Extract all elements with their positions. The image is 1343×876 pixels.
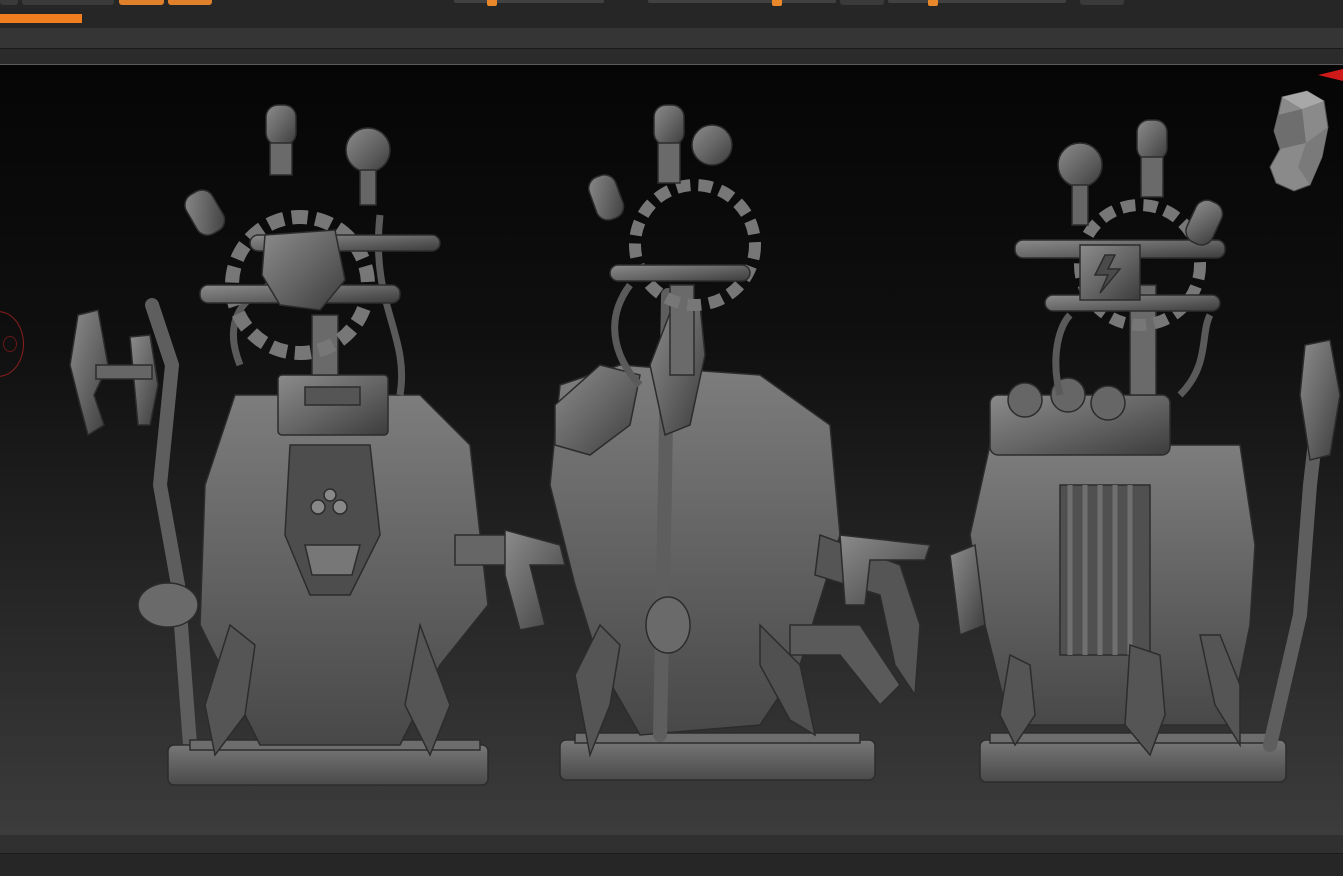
- slider-knob[interactable]: [928, 0, 938, 6]
- toolbar-orange-button[interactable]: [168, 0, 212, 5]
- bottom-bar: [0, 835, 1343, 853]
- progress-bar: [0, 14, 82, 23]
- document-bar: [0, 28, 1343, 49]
- toolbar-field[interactable]: [1080, 0, 1124, 5]
- top-toolbar: [0, 0, 1343, 28]
- model-back-view[interactable]: [949, 119, 1341, 783]
- red-arrow-marker-icon: [1318, 69, 1343, 81]
- toolbar-slider[interactable]: [888, 0, 1066, 6]
- toolbar-field[interactable]: [22, 0, 114, 5]
- head-navigation-icon[interactable]: [1262, 87, 1334, 197]
- toolbar-field[interactable]: [840, 0, 884, 5]
- slider-knob[interactable]: [772, 0, 782, 6]
- progress-fill: [0, 14, 82, 23]
- toolbar-field[interactable]: [0, 0, 18, 5]
- scene: [69, 104, 1341, 786]
- viewport-canvas[interactable]: [0, 64, 1343, 836]
- toolbar-slider[interactable]: [648, 0, 836, 6]
- status-bar: [0, 853, 1343, 876]
- toolbar-slider[interactable]: [454, 0, 604, 6]
- model-front-view[interactable]: [69, 104, 566, 786]
- model-side-view[interactable]: [549, 104, 932, 781]
- slider-knob[interactable]: [487, 0, 497, 6]
- toolbar-orange-button[interactable]: [119, 0, 164, 5]
